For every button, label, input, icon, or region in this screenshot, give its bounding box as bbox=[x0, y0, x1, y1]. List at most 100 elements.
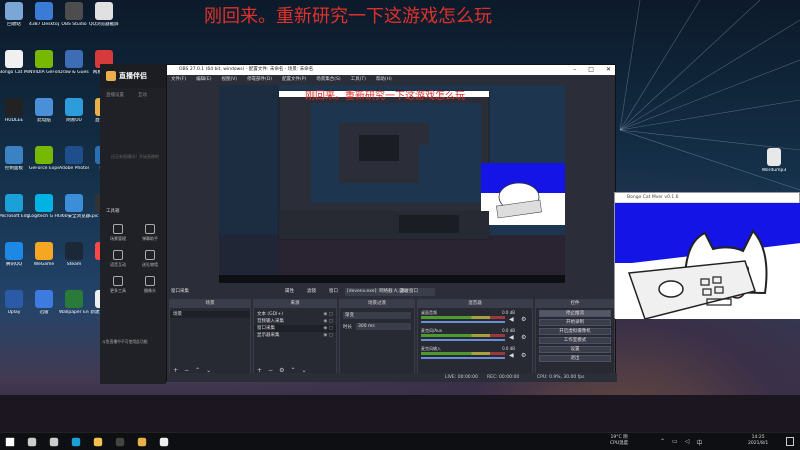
notification-icon[interactable] bbox=[786, 437, 794, 446]
desktop-icon[interactable]: Bongo Cat Mver bbox=[0, 50, 29, 88]
maximize-icon[interactable]: □ bbox=[588, 65, 594, 75]
volume-slider[interactable] bbox=[421, 339, 505, 341]
source-item[interactable]: 窗口采集 ◉ ▢ bbox=[254, 325, 336, 332]
desktop-icon[interactable]: QQ浏览器截屏20210801... bbox=[89, 2, 119, 40]
live-icon[interactable] bbox=[137, 437, 147, 447]
edge-icon[interactable] bbox=[71, 437, 81, 447]
obs-preview[interactable]: 刚回来。重新研究一下这游戏怎么玩 bbox=[219, 85, 565, 283]
duration-input[interactable]: 300 ms bbox=[356, 323, 411, 330]
search-icon[interactable] bbox=[27, 437, 37, 447]
computer-icon bbox=[35, 98, 53, 116]
live-tool-label: 场景管理 bbox=[110, 236, 126, 241]
browser-icon bbox=[65, 194, 83, 212]
source-item[interactable]: 显示器采集 ◉ ▢ bbox=[254, 332, 336, 339]
live-tab-0[interactable]: 直播设置 bbox=[106, 92, 124, 98]
desktop-icon[interactable]: Wallpaper Engine bbox=[59, 290, 89, 328]
visibility-icon[interactable]: ◉ ▢ bbox=[323, 311, 333, 318]
live-tab-1[interactable]: 互动 bbox=[138, 92, 147, 98]
screenshot-icon bbox=[95, 2, 113, 20]
filters-button[interactable]: 滤镜 bbox=[307, 287, 316, 297]
desktop-icon[interactable]: 控制面板 bbox=[0, 146, 29, 184]
desktop-icon[interactable]: 网易UU bbox=[59, 98, 89, 136]
network-icon[interactable]: ▭ bbox=[672, 438, 678, 447]
clock-date[interactable]: 2021/8/1 bbox=[748, 441, 768, 447]
source-item[interactable]: 音频输入采集 ◉ ▢ bbox=[254, 318, 336, 325]
live-tool-button[interactable]: 摄像头 bbox=[136, 276, 164, 294]
visibility-icon[interactable]: ◉ ▢ bbox=[323, 325, 333, 332]
obs-icon[interactable] bbox=[115, 437, 125, 447]
obs-menu-item[interactable]: 编辑(E) bbox=[196, 75, 211, 84]
desktop-file-wordump[interactable]: Wordump3 bbox=[756, 148, 792, 186]
obs-menu-item[interactable]: 文件(F) bbox=[171, 75, 186, 84]
control-button[interactable]: 设置 bbox=[539, 346, 611, 353]
obs-menu-item[interactable]: 场景集合(S) bbox=[316, 75, 340, 84]
desktop-icon[interactable]: NVIDIA GeForce Experience bbox=[29, 50, 59, 88]
control-button[interactable]: 开启虚拟摄像机 bbox=[539, 328, 611, 335]
desktop-icon[interactable]: 此电脑 bbox=[29, 98, 59, 136]
visibility-icon[interactable]: ◉ ▢ bbox=[323, 332, 333, 339]
live-tool-button[interactable]: 弹幕助手 bbox=[136, 224, 164, 242]
desktop-icon[interactable]: Steam bbox=[59, 242, 89, 280]
transition-type-select[interactable]: 渐变 bbox=[343, 312, 411, 319]
volume-slider[interactable] bbox=[421, 321, 505, 323]
control-button[interactable]: 工作室模式 bbox=[539, 337, 611, 344]
control-button[interactable]: 退出 bbox=[539, 355, 611, 362]
obs-menu-item[interactable]: 配置文件(P) bbox=[282, 75, 306, 84]
control-button[interactable]: 停止推流 bbox=[539, 310, 611, 317]
desktop-icon[interactable]: OBS Studio bbox=[59, 2, 89, 40]
desktop-icon-label: GeForce Experience bbox=[29, 166, 59, 171]
desktop-icon[interactable]: 回收站 bbox=[0, 2, 29, 40]
scenes-dock: 场景 场景 + − ⌃ ⌄ bbox=[169, 299, 251, 377]
obs-menu-item[interactable]: 工具(T) bbox=[351, 75, 366, 84]
obs-menu-item[interactable]: 帮助(H) bbox=[376, 75, 392, 84]
control-button[interactable]: 开始录制 bbox=[539, 319, 611, 326]
desktop-icon-label: HUDLEE bbox=[4, 118, 24, 123]
capture-mode-select[interactable]: 自动 bbox=[399, 287, 408, 297]
desktop-icon[interactable]: HUDLEE bbox=[0, 98, 29, 136]
live-tool-button[interactable]: 场景管理 bbox=[104, 224, 132, 242]
source-item[interactable]: 文本 (GDI+) ◉ ▢ bbox=[254, 311, 336, 318]
file-explorer-icon[interactable] bbox=[93, 437, 103, 447]
live-tool-button[interactable]: 语音互动 bbox=[104, 250, 132, 268]
speaker-icon[interactable]: ◀ bbox=[509, 316, 514, 323]
window-select[interactable]: [devenv.exe]: 网络截 A, 通过窗口 bbox=[345, 288, 435, 296]
desktop-icon[interactable]: Adobe Photoshop bbox=[59, 146, 89, 184]
obs-menu-item[interactable]: 视图(V) bbox=[221, 75, 237, 84]
desktop-icon-label: Draw & Guess bbox=[59, 70, 89, 75]
edge-icon bbox=[5, 194, 23, 212]
desktop-icon[interactable]: Draw & Guess bbox=[59, 50, 89, 88]
close-icon[interactable]: ✕ bbox=[606, 65, 611, 75]
nvidia-icon bbox=[35, 50, 53, 68]
mixer-settings-icon[interactable]: ⚙ bbox=[521, 352, 526, 359]
minimize-icon[interactable]: – bbox=[573, 65, 576, 75]
mixer-settings-icon[interactable]: ⚙ bbox=[521, 334, 526, 341]
desktop-icon[interactable]: Microsoft Edge bbox=[0, 194, 29, 232]
live-tool-button[interactable]: 更多工具 bbox=[104, 276, 132, 294]
ime-icon[interactable]: 中 bbox=[696, 438, 702, 447]
visibility-icon[interactable]: ◉ ▢ bbox=[323, 318, 333, 325]
desktop-icon[interactable]: 腾讯QQ bbox=[0, 242, 29, 280]
volume-slider[interactable] bbox=[421, 357, 505, 359]
mixer-settings-icon[interactable]: ⚙ bbox=[521, 316, 526, 323]
desktop-icon[interactable]: Uplay bbox=[0, 290, 29, 328]
properties-button[interactable]: 属性 bbox=[285, 287, 294, 297]
volume-icon[interactable]: ◁ bbox=[685, 438, 690, 447]
tray-chevron-icon[interactable]: ⌃ bbox=[660, 438, 665, 447]
cat-icon[interactable] bbox=[159, 437, 169, 447]
task-view-icon[interactable] bbox=[49, 437, 59, 447]
thunder-icon bbox=[35, 290, 53, 308]
speaker-icon[interactable]: ◀ bbox=[509, 352, 514, 359]
desktop-icon[interactable]: 4387 Desktop bbox=[29, 2, 59, 40]
scene-item[interactable]: 场景 bbox=[170, 311, 250, 318]
mixer-dock-title: 混音器 bbox=[418, 300, 532, 308]
desktop-icon[interactable]: WeGame bbox=[29, 242, 59, 280]
desktop-icon[interactable]: 360安全浏览器 bbox=[59, 194, 89, 232]
live-tool-button[interactable]: 送礼物墙 bbox=[136, 250, 164, 268]
desktop-icon[interactable]: 迅雷 bbox=[29, 290, 59, 328]
source-item-label: 文本 (GDI+) bbox=[257, 312, 283, 317]
desktop-icon[interactable]: Logitech G HUB bbox=[29, 194, 59, 232]
speaker-icon[interactable]: ◀ bbox=[509, 334, 514, 341]
windows-icon[interactable] bbox=[5, 437, 15, 447]
obs-menu-item[interactable]: 停靠部件(D) bbox=[247, 75, 272, 84]
desktop-icon[interactable]: GeForce Experience bbox=[29, 146, 59, 184]
